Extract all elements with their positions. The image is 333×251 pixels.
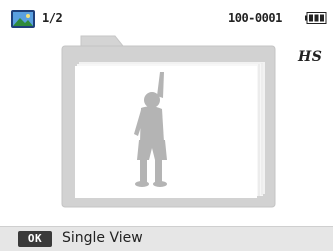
bottom-bar: OK Single View: [0, 226, 333, 251]
file-number: 100-0001: [228, 11, 282, 25]
single-view-label: Single View: [62, 230, 143, 246]
folder-icon[interactable]: [61, 34, 276, 208]
album-icon: [11, 10, 35, 28]
hs-mode-badge: HS: [298, 49, 323, 65]
camera-playback-screen: 1/2 100-0001 HS OK Single View: [0, 0, 333, 251]
status-bar: 1/2 100-0001: [0, 0, 333, 30]
page-counter: 1/2: [42, 11, 63, 25]
ok-button[interactable]: OK: [18, 231, 52, 247]
battery-full-icon: [305, 12, 327, 24]
